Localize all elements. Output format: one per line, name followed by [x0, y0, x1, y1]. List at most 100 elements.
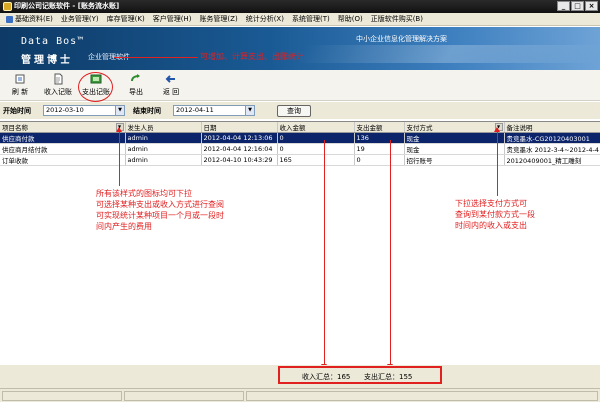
- menu-label: 正版软件购买(B): [370, 15, 423, 23]
- start-date-label: 开始时间: [3, 107, 31, 115]
- column-header[interactable]: 收入金额: [277, 122, 355, 133]
- annotation-line: [114, 57, 198, 58]
- menu-label: 账务管理(Z): [199, 15, 238, 23]
- maximize-button[interactable]: □: [571, 1, 584, 11]
- refresh-button[interactable]: 刷 新: [2, 73, 38, 100]
- end-date-picker[interactable]: 2012-04-11 ▼: [173, 105, 255, 116]
- brand-english: Data Bos™: [21, 36, 85, 47]
- menu-label: 客户管理(H): [152, 15, 192, 23]
- chevron-down-icon[interactable]: ▼: [115, 106, 124, 115]
- minimize-button[interactable]: _: [557, 1, 570, 11]
- export-icon: [131, 74, 140, 82]
- back-button[interactable]: 返 回: [153, 73, 189, 100]
- column-label: 支付方式: [406, 124, 433, 132]
- annotation-line-text: 所有该样式的图标均可下拉: [96, 189, 192, 198]
- end-date-value: 2012-04-11: [176, 106, 214, 114]
- column-label: 发生人员: [127, 124, 154, 132]
- annotation-arrow: [116, 127, 122, 186]
- table-row[interactable]: 供应商月结付款 admin 2012-04-04 12:16:04 0 19 现…: [0, 143, 600, 155]
- ledger-table: 项目名称▼ 发生人员 日期 收入金额 支出金额 支付方式▼ 备注说明 供应商付款…: [0, 122, 600, 166]
- status-cell: [246, 391, 598, 401]
- cell-person: admin: [125, 154, 202, 166]
- cell-payment: 招行账号: [404, 154, 505, 166]
- cell-payment: 现金: [404, 132, 505, 144]
- column-header[interactable]: 支付方式▼: [404, 122, 505, 133]
- start-date-picker[interactable]: 2012-03-10 ▼: [43, 105, 125, 116]
- cell-expense: 0: [354, 154, 405, 166]
- column-header[interactable]: 发生人员: [125, 122, 202, 133]
- annotation-dropdown-note: 所有该样式的图标均可下拉 可选择某种支出或收入方式进行查阅 可实现统计某种项目一…: [96, 188, 308, 232]
- expense-total: 支出汇总：155: [364, 372, 413, 382]
- menu-basic-data[interactable]: 基础资料(E): [2, 14, 57, 24]
- close-button[interactable]: ×: [585, 1, 598, 11]
- column-label: 项目名称: [2, 124, 28, 132]
- chevron-down-icon[interactable]: ▼: [245, 106, 254, 115]
- cell-payment: 现金: [404, 143, 505, 155]
- cell-expense: 19: [354, 143, 405, 155]
- highlight-circle: [78, 72, 113, 102]
- menu-label: 基础资料(E): [15, 15, 53, 23]
- cell-income: 0: [277, 143, 355, 155]
- banner-decoration: [294, 45, 600, 63]
- cell-note: 20120409001_精工雕刻: [504, 154, 600, 166]
- window-title: 印刷公司记账软件 - [账务流水账]: [14, 2, 120, 10]
- document-icon: [54, 73, 63, 85]
- back-arrow-icon: [165, 75, 175, 83]
- query-button[interactable]: 查询: [277, 105, 311, 117]
- annotation-top: 可增加、计算支出、出账统计: [200, 52, 304, 61]
- menu-help[interactable]: 帮助(O): [334, 14, 367, 24]
- income-entry-label: 收入记账: [44, 88, 72, 96]
- income-entry-button[interactable]: 收入记账: [36, 73, 80, 100]
- menu-buy-license[interactable]: 正版软件购买(B): [367, 14, 427, 24]
- column-label: 支出金额: [356, 124, 383, 132]
- status-cell: [2, 391, 122, 401]
- cell-item: 供应商月结付款: [0, 143, 126, 155]
- annotation-payment-note: 下拉选择支付方式可 查询到某付款方式一段 时间内的收入或支出: [455, 198, 600, 231]
- banner-slogan: 中小企业信息化管理解决方案: [356, 35, 447, 43]
- status-bar: [0, 388, 600, 402]
- table-row[interactable]: 供应商付款 admin 2012-04-04 12:13:06 0 136 现金…: [0, 132, 600, 144]
- annotation-arrow: [387, 140, 393, 369]
- window-controls: _ □ ×: [557, 1, 598, 11]
- brand-chinese: 管理博士: [21, 55, 73, 66]
- window-titlebar: 印刷公司记账软件 - [账务流水账] _ □ ×: [0, 0, 600, 13]
- export-button[interactable]: 导出: [118, 73, 154, 100]
- refresh-label: 刷 新: [11, 88, 29, 96]
- menu-accounts[interactable]: 账务管理(Z): [195, 14, 241, 24]
- cell-note: 贵竞墨水-CG20120403001: [504, 132, 600, 144]
- annotation-line-text: 下拉选择支付方式可: [455, 199, 527, 208]
- annotation-line-text: 查询到某付款方式一段: [455, 210, 535, 219]
- annotation-line-text: 间内产生的费用: [96, 222, 152, 231]
- table-row[interactable]: 订单收款 admin 2012-04-10 10:43:29 165 0 招行账…: [0, 154, 600, 166]
- cell-date: 2012-04-04 12:13:06: [201, 132, 278, 144]
- menu-label: 库存管理(K): [106, 15, 145, 23]
- menu-label: 业务管理(Y): [60, 15, 99, 23]
- menu-statistics[interactable]: 统计分析(X): [242, 14, 288, 24]
- menu-customer[interactable]: 客户管理(H): [149, 14, 196, 24]
- status-cell: [124, 391, 244, 401]
- cell-expense: 136: [354, 132, 405, 144]
- menu-label: 帮助(O): [337, 15, 363, 23]
- menu-label: 统计分析(X): [245, 15, 284, 23]
- table-header-row: 项目名称▼ 发生人员 日期 收入金额 支出金额 支付方式▼ 备注说明: [0, 122, 600, 133]
- cell-date: 2012-04-04 12:16:04: [201, 143, 278, 155]
- income-total: 收入汇总：165: [302, 372, 351, 382]
- annotation-line-text: 时间内的收入或支出: [455, 221, 527, 230]
- cell-item: 订单收款: [0, 154, 126, 166]
- menu-business[interactable]: 业务管理(Y): [57, 14, 103, 24]
- column-header[interactable]: 备注说明: [504, 122, 600, 133]
- ledger-grid: 项目名称▼ 发生人员 日期 收入金额 支出金额 支付方式▼ 备注说明 供应商付款…: [0, 121, 600, 364]
- filter-bar: 开始时间 2012-03-10 ▼ 结束时间 2012-04-11 ▼ 查询: [0, 102, 600, 119]
- cell-person: admin: [125, 143, 202, 155]
- menu-bar: 基础资料(E) 业务管理(Y) 库存管理(K) 客户管理(H) 账务管理(Z) …: [0, 13, 600, 26]
- cell-item: 供应商付款: [0, 132, 126, 144]
- column-label: 日期: [203, 124, 217, 132]
- menu-app-icon: [6, 15, 13, 23]
- column-header[interactable]: 项目名称▼: [0, 122, 126, 133]
- menu-system[interactable]: 系统管理(T): [288, 14, 334, 24]
- refresh-icon: [15, 74, 25, 84]
- menu-inventory[interactable]: 库存管理(K): [103, 14, 149, 24]
- column-header[interactable]: 日期: [201, 122, 278, 133]
- column-header[interactable]: 支出金额: [354, 122, 405, 133]
- annotation-line-text: 可实现统计某种项目一个月或一段时: [96, 211, 224, 220]
